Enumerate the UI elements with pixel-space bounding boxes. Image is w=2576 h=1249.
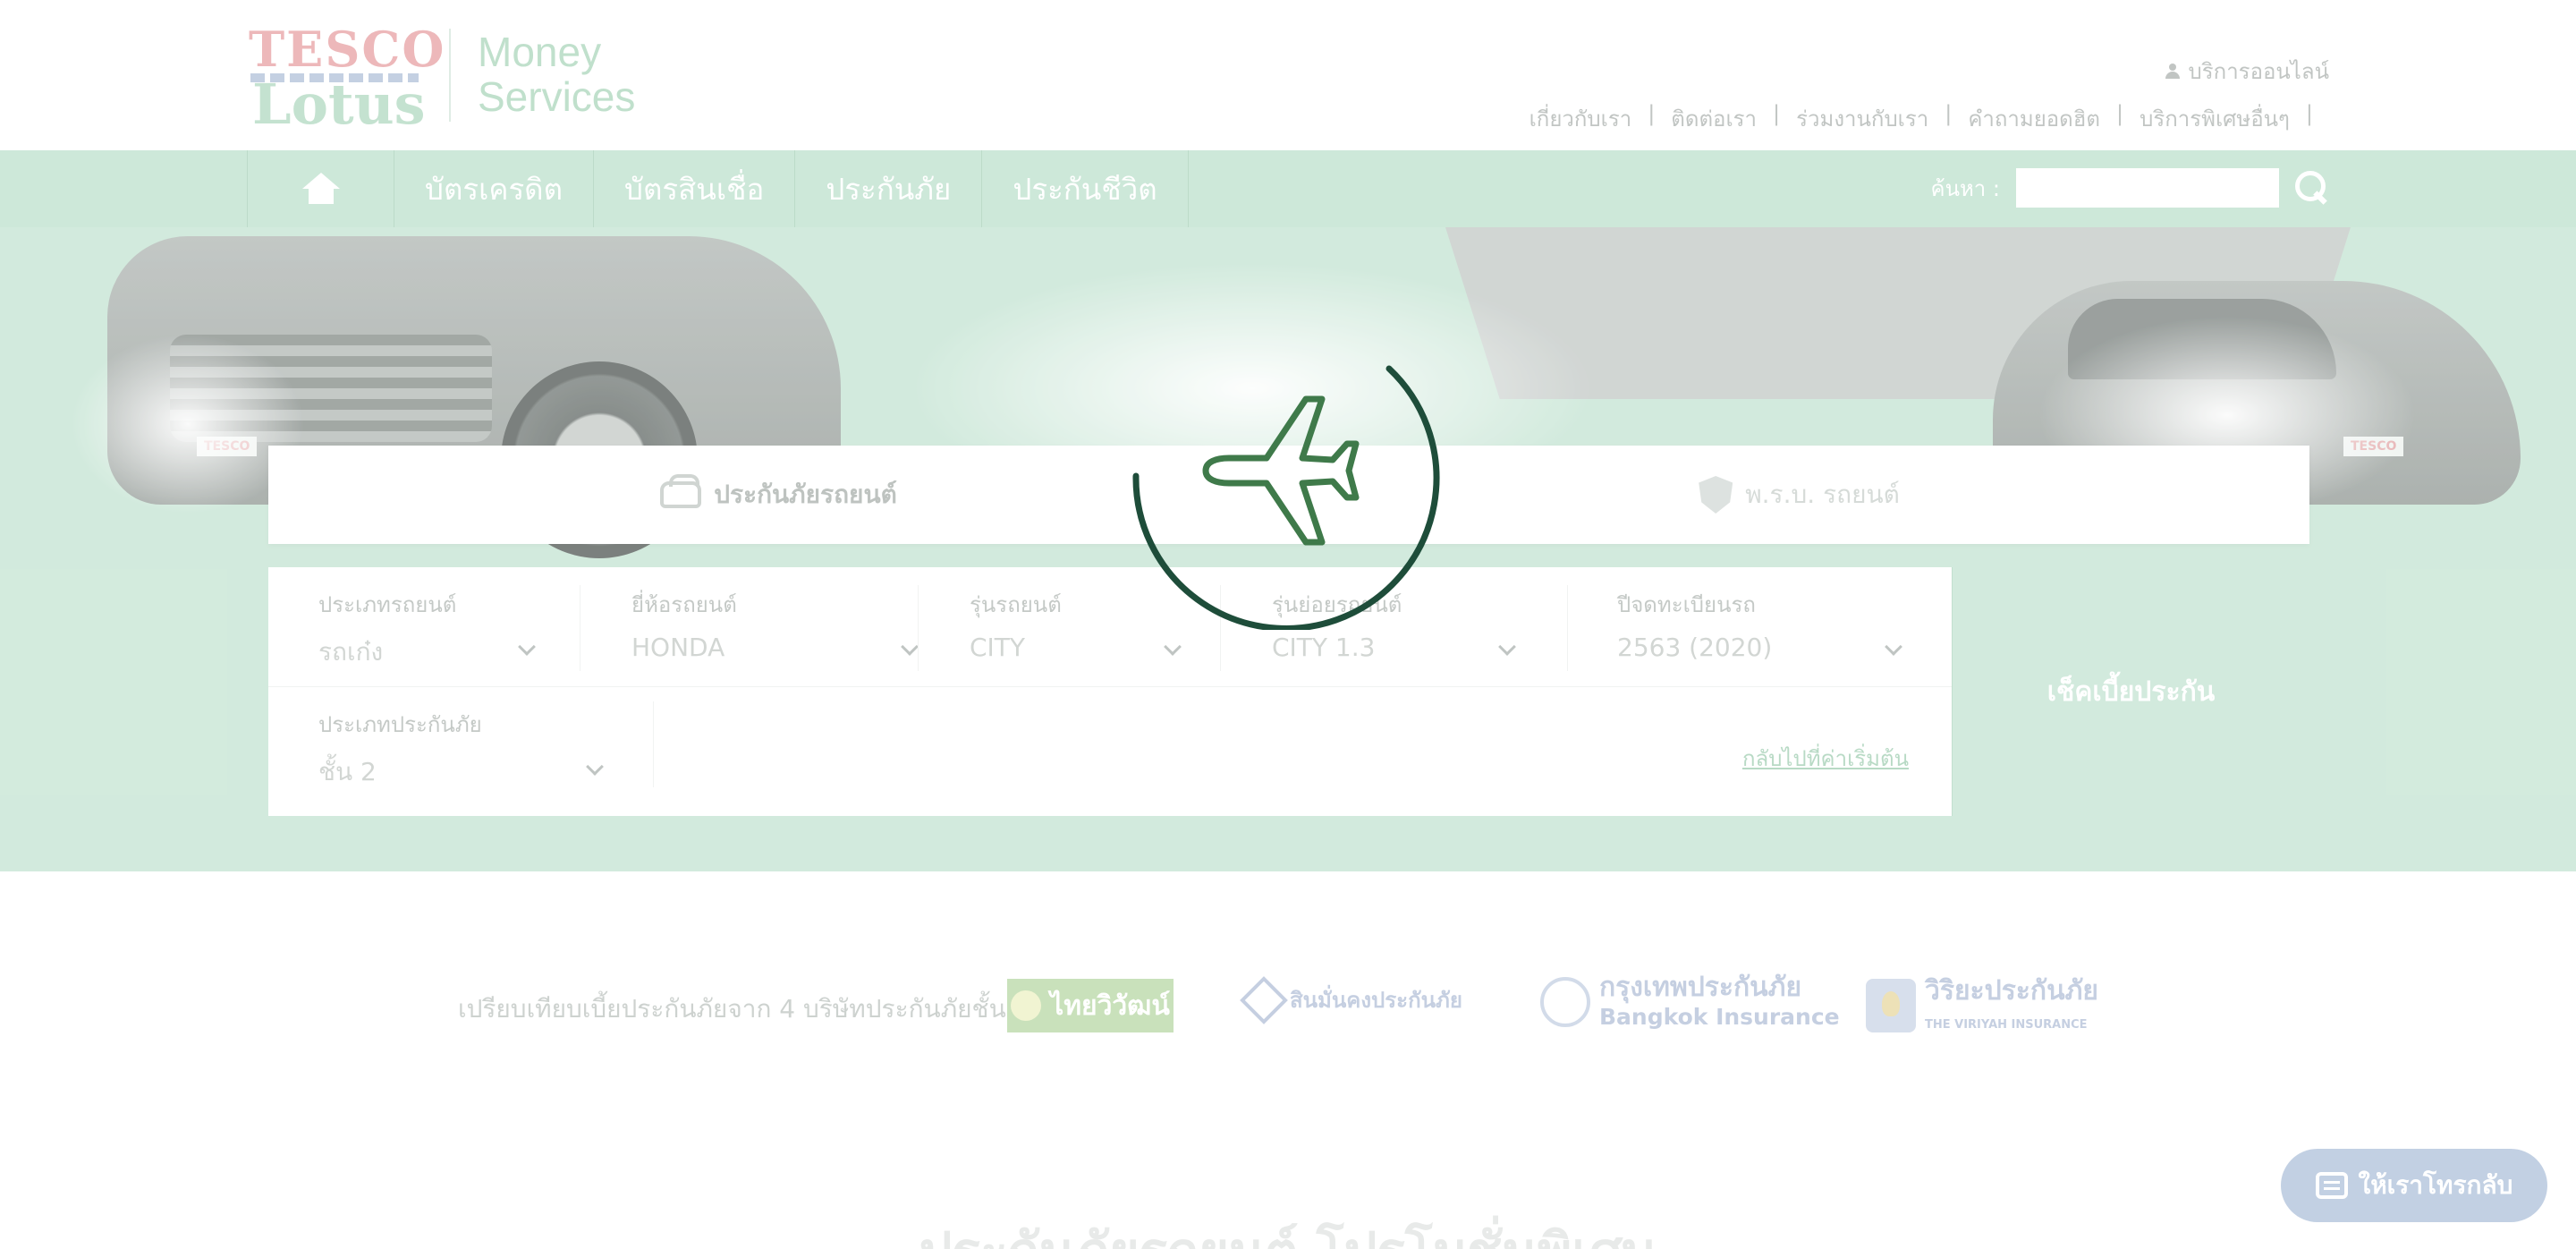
airplane-icon [1202, 395, 1360, 546]
spinner-arc [1132, 365, 1440, 632]
chat-icon [2315, 1172, 2348, 1199]
loading-overlay [0, 0, 2576, 1249]
callback-button[interactable]: ให้เราโทรกลับ [2281, 1149, 2547, 1222]
callback-label: ให้เราโทรกลับ [2358, 1170, 2513, 1200]
loading-spinner [1132, 358, 1440, 632]
loader-graphic [1132, 365, 1440, 632]
